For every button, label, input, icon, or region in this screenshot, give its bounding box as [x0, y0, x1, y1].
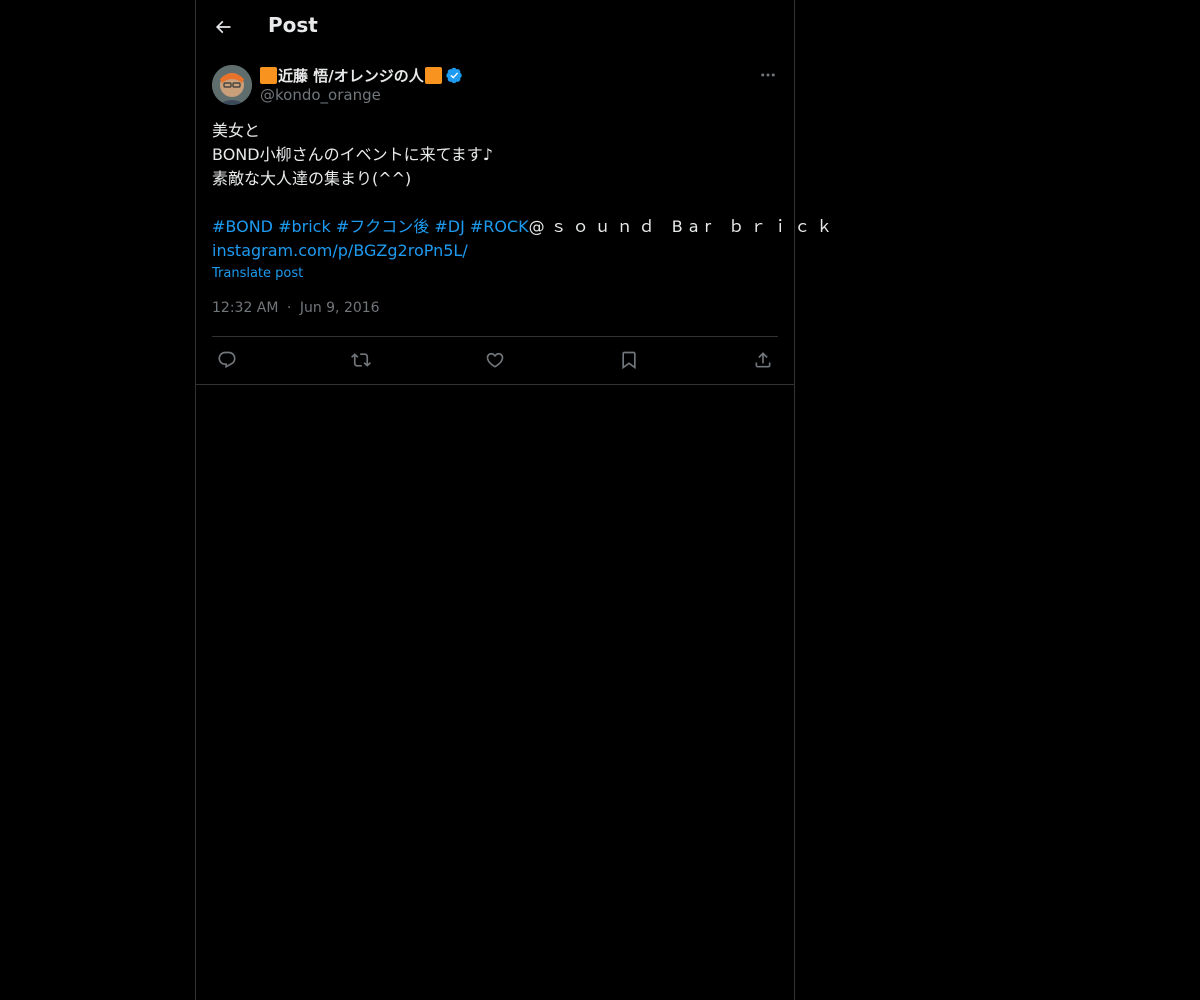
share-icon — [755, 352, 771, 368]
author-name-row[interactable]: 近藤 悟/オレンジの人 — [260, 64, 463, 86]
bookmark-button[interactable] — [614, 346, 644, 374]
external-link[interactable]: instagram.com/p/BGZg2roPn5L/ — [212, 239, 468, 263]
translate-post-link[interactable]: Translate post — [212, 266, 303, 281]
author-handle[interactable]: @kondo_orange — [260, 86, 463, 104]
repost-button[interactable] — [346, 346, 376, 374]
action-bar — [212, 346, 778, 374]
reply-icon — [218, 351, 236, 369]
arrow-left-icon — [215, 20, 231, 34]
hashtags-line: #BOND #brick #フクコン後 #DJ #ROCK@ｓｏｕｎｄ Bar … — [212, 215, 832, 239]
meta-separator: · — [286, 300, 292, 316]
post-time[interactable]: 12:32 AM — [212, 300, 278, 316]
venue-text: @ｓｏｕｎｄ Bar ｂｒｉｃｋ — [528, 217, 839, 236]
verified-badge-icon[interactable] — [446, 67, 463, 84]
back-button[interactable] — [206, 10, 240, 44]
post-meta: 12:32 AM · Jun 9, 2016 — [212, 300, 380, 316]
header: Post — [196, 0, 794, 53]
hashtag-link[interactable]: #DJ — [434, 217, 464, 236]
page-title: Post — [268, 13, 318, 37]
more-dots-icon — [761, 73, 775, 77]
divider — [212, 336, 778, 337]
hashtag-link[interactable]: #BOND — [212, 217, 273, 236]
more-options-button[interactable] — [756, 64, 780, 86]
post-column: Post 近藤 悟/オレンジの人 @kondo_orange 美女と BOND小… — [195, 0, 832, 1000]
repost-icon — [351, 353, 371, 367]
orange-square-icon — [260, 66, 277, 84]
author-display-name[interactable]: 近藤 悟/オレンジの人 — [278, 65, 424, 86]
tweet-text: 美女と BOND小柳さんのイベントに来てます♪ 素敵な大人達の集まり(^^) — [212, 121, 493, 188]
avatar-image — [212, 65, 252, 105]
hashtag-link[interactable]: #フクコン後 — [336, 217, 429, 236]
post-date[interactable]: Jun 9, 2016 — [300, 300, 380, 316]
bookmark-icon — [622, 351, 636, 370]
like-button[interactable] — [480, 346, 510, 374]
reply-button[interactable] — [212, 346, 242, 374]
hashtag-link[interactable]: #brick — [278, 217, 331, 236]
author-block: 近藤 悟/オレンジの人 @kondo_orange — [260, 64, 463, 104]
avatar[interactable] — [212, 65, 252, 105]
share-button[interactable] — [748, 346, 778, 374]
like-icon — [486, 352, 504, 368]
divider — [196, 384, 794, 385]
orange-square-icon — [424, 66, 442, 84]
hashtag-link[interactable]: #ROCK — [470, 217, 529, 236]
